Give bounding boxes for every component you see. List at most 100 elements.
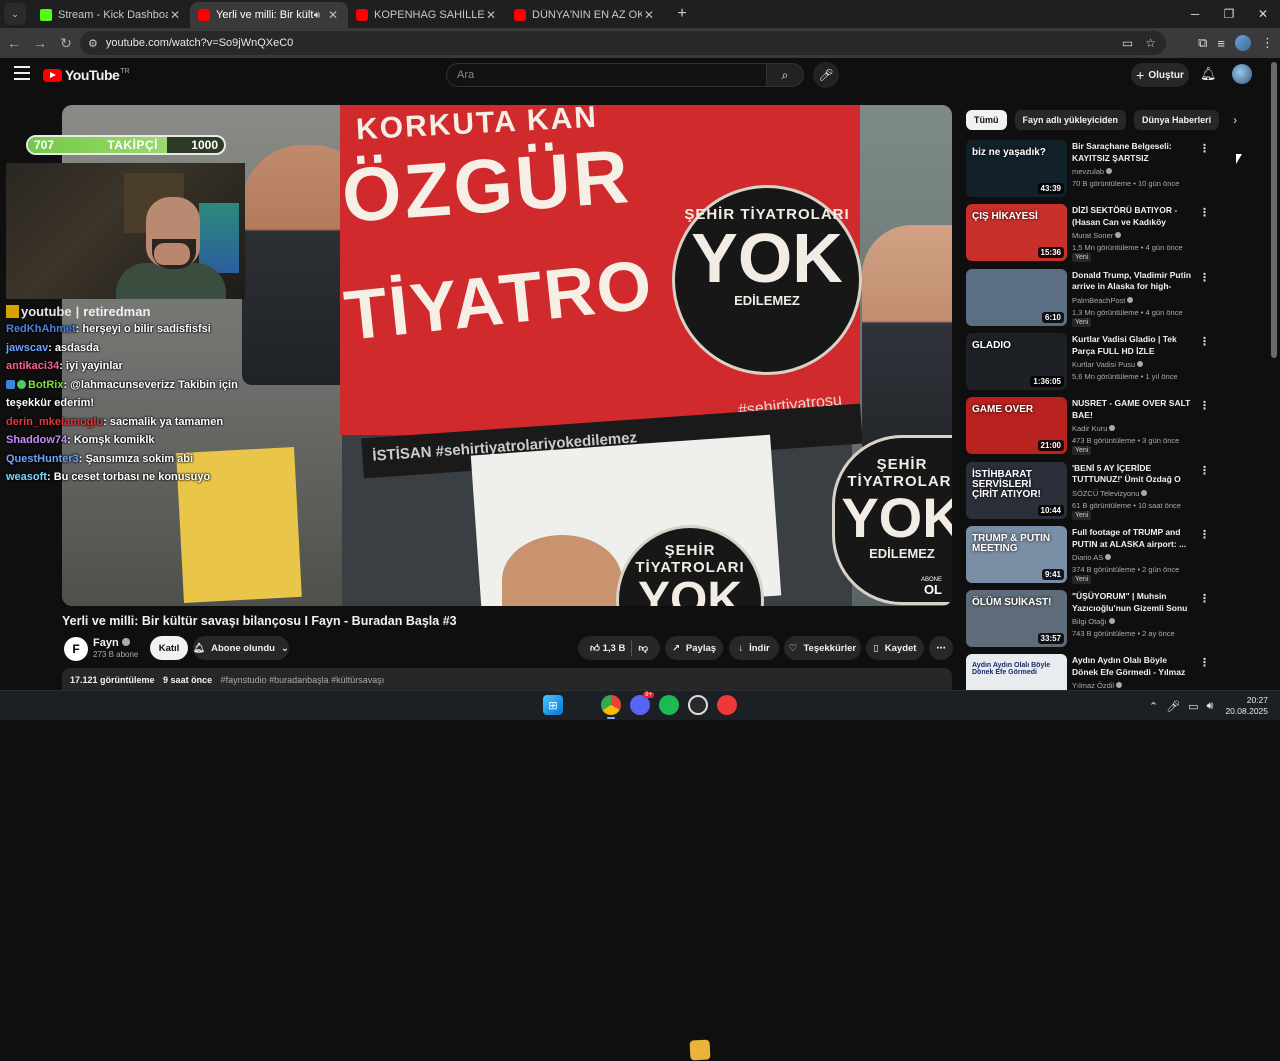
more-options-icon[interactable]: ⋮ <box>1199 656 1210 669</box>
recommended-title[interactable]: Donald Trump, Vladimir Putin arrive in A… <box>1072 270 1194 294</box>
search-icon[interactable]: ⌕ <box>766 63 804 87</box>
search-input[interactable]: Ara <box>446 63 766 87</box>
menu-icon[interactable] <box>14 66 30 80</box>
share-button[interactable]: ↗ Paylaş <box>665 636 723 660</box>
tab-close-icon[interactable]: ✕ <box>168 8 182 22</box>
discord-icon[interactable]: 9+ <box>630 692 654 715</box>
recommended-title[interactable]: DİZİ SEKTÖRÜ BATIYOR - (Hasan Can ve Kad… <box>1072 205 1194 229</box>
recommended-video[interactable]: ÇIŞ HİKAYESİ 15:36 DİZİ SEKTÖRÜ BATIYOR - … <box>966 204 1211 263</box>
address-bar[interactable]: ⚙ youtube.com/watch?v=So9jWnQXeC0 ▭ ☆ <box>80 31 1166 55</box>
reading-list-icon[interactable]: ≡ <box>1217 36 1225 51</box>
clock[interactable]: 20:27 20.08.2025 <box>1225 695 1268 717</box>
recommended-title[interactable]: Aydın Aydın Olalı Böyle Dönek Efe Görmed… <box>1072 655 1194 679</box>
tab-audio-icon[interactable]: 🔊︎ <box>314 10 320 21</box>
more-options-icon[interactable]: ⋮ <box>1199 528 1210 541</box>
recommended-title[interactable]: Full footage of TRUMP and PUTIN at ALASK… <box>1072 527 1194 551</box>
recommended-video[interactable]: 6:10 Donald Trump, Vladimir Putin arrive … <box>966 268 1211 327</box>
more-options-icon[interactable]: ⋮ <box>1199 335 1210 348</box>
video-thumbnail[interactable]: GLADIO 1:36:05 <box>966 332 1067 390</box>
browser-menu-icon[interactable]: ⋮ <box>1261 35 1274 51</box>
more-options-icon[interactable]: ⋮ <box>1199 399 1210 412</box>
channel-name[interactable]: Fayn <box>93 637 130 649</box>
network-icon[interactable]: ▭ <box>1188 700 1198 713</box>
tab-close-icon[interactable]: ✕ <box>326 8 340 22</box>
recommended-title[interactable]: Kurtlar Vadisi Gladio | Tek Parça FULL H… <box>1072 334 1194 358</box>
microphone-icon[interactable]: 🎤︎ <box>813 62 839 88</box>
recommended-title[interactable]: NUSRET - GAME OVER SALT BAE! <box>1072 398 1194 422</box>
recommended-channel[interactable]: SÖZCÜ Televizyonu <box>1072 489 1148 498</box>
video-description[interactable]: 17.121 görüntüleme 9 saat önce #faynstud… <box>62 668 952 690</box>
bookmark-star-icon[interactable]: ☆ <box>1145 36 1156 50</box>
notifications-bell-icon[interactable]: 🔔︎ <box>1200 66 1217 82</box>
restore-icon[interactable]: ❐ <box>1212 0 1246 28</box>
browser-tab[interactable]: DÜNYA'NIN EN AZ OKSİJENE SAHİP✕ <box>506 2 664 28</box>
page-scrollbar[interactable] <box>1271 62 1277 358</box>
profile-avatar[interactable] <box>1235 35 1251 51</box>
video-thumbnail[interactable]: İSTİHBARAT SERVİSLERİ ÇİRİT ATIYOR! 10:44 <box>966 461 1067 519</box>
browser-tab[interactable]: Yerli ve milli: Bir kültür savaşı🔊︎ ✕ <box>190 2 348 28</box>
minimize-icon[interactable]: ─ <box>1178 0 1212 28</box>
obs-icon[interactable] <box>688 695 708 715</box>
filter-chip[interactable]: Fayn adlı yükleyiciden <box>1014 110 1127 130</box>
chrome-icon[interactable] <box>601 695 621 719</box>
recommended-title[interactable]: "ÜŞÜYORUM" | Muhsin Yazıcıoğlu'nun Gizem… <box>1072 591 1194 615</box>
like-button[interactable]: 👍︎ 1,3 B <box>590 642 625 654</box>
extensions-icon[interactable]: ⧉ <box>1198 35 1207 51</box>
video-thumbnail[interactable]: ÇIŞ HİKAYESİ 15:36 <box>966 204 1067 262</box>
video-thumbnail[interactable]: 6:10 <box>966 268 1067 326</box>
join-button[interactable]: Katıl <box>150 636 188 660</box>
video-thumbnail[interactable]: TRUMP & PUTIN MEETING 9:41 <box>966 525 1067 583</box>
new-tab-button[interactable]: + <box>670 2 694 26</box>
recommended-video[interactable]: GAME OVER 21:00 NUSRET - GAME OVER SALT BA… <box>966 397 1211 456</box>
tab-close-icon[interactable]: ✕ <box>642 8 656 22</box>
more-options-icon[interactable]: ⋮ <box>1199 142 1210 155</box>
more-options-icon[interactable]: ⋮ <box>1199 206 1210 219</box>
filter-chip[interactable]: Dünya Haberleri <box>1134 110 1220 130</box>
reload-icon[interactable]: ↻ <box>54 31 78 55</box>
site-info-icon[interactable]: ⚙ <box>88 37 98 50</box>
spotify-icon[interactable] <box>659 695 679 715</box>
channel-avatar[interactable]: F <box>64 637 88 661</box>
forward-icon[interactable]: → <box>28 31 52 55</box>
close-window-icon[interactable]: ✕ <box>1246 0 1280 28</box>
recommended-channel[interactable]: mevzulab <box>1072 167 1113 176</box>
tab-close-icon[interactable]: ✕ <box>484 8 498 22</box>
video-thumbnail[interactable]: biz ne yaşadık? 43:39 <box>966 140 1067 197</box>
tab-search-button[interactable]: ⌄ <box>4 3 26 25</box>
vivaldi-icon[interactable] <box>717 695 737 715</box>
tray-overflow-icon[interactable]: ⌃ <box>1149 700 1158 713</box>
thanks-button[interactable]: ♡ Teşekkürler <box>784 636 861 660</box>
download-button[interactable]: ↓ İndir <box>729 636 779 660</box>
more-options-icon[interactable]: ⋮ <box>1199 592 1210 605</box>
dislike-icon[interactable]: 👎︎ <box>638 642 648 654</box>
recommended-title[interactable]: 'BENİ 5 AY İÇERİDE TUTTUNUZ!' Ümit Özdağ… <box>1072 463 1194 487</box>
more-options-icon[interactable]: ⋮ <box>1199 464 1210 477</box>
recommended-channel[interactable]: Kadir Kuru <box>1072 424 1116 433</box>
file-explorer-icon[interactable] <box>689 1039 711 1061</box>
recommended-channel[interactable]: PalmBeachPost <box>1072 296 1134 305</box>
browser-tab[interactable]: KOPENHAG SAHİLLERİNDE SONBAHAR✕ <box>348 2 506 28</box>
recommended-video[interactable]: biz ne yaşadık? 43:39 Bir Saraçhane Belges… <box>966 140 1211 198</box>
recommended-channel[interactable]: Bilgi Otağı <box>1072 617 1115 626</box>
chips-next-icon[interactable]: › <box>1233 113 1237 127</box>
subscribed-button[interactable]: 🔔︎ Abone olundu ⌄ <box>193 636 289 660</box>
cast-icon[interactable]: ▭ <box>1122 36 1133 50</box>
back-icon[interactable]: ← <box>2 31 26 55</box>
recommended-channel[interactable]: Diario AS <box>1072 553 1112 562</box>
save-button[interactable]: ▯ Kaydet <box>866 636 924 660</box>
volume-icon[interactable]: 🔊︎ <box>1207 700 1214 713</box>
video-hashtags[interactable]: #faynstudio #buradanbaşla #kültürsavaşı <box>221 675 385 685</box>
recommended-channel[interactable]: Kurtlar Vadisi Pusu <box>1072 360 1144 369</box>
recommended-video[interactable]: TRUMP & PUTIN MEETING 9:41 Full footage of… <box>966 525 1211 584</box>
video-thumbnail[interactable]: GAME OVER 21:00 <box>966 397 1067 455</box>
youtube-logo[interactable]: YouTube TR <box>43 67 130 83</box>
recommended-video[interactable]: GLADIO 1:36:05 Kurtlar Vadisi Gladio | Tek… <box>966 332 1211 391</box>
recommended-video[interactable]: İSTİHBARAT SERVİSLERİ ÇİRİT ATIYOR! 10:44… <box>966 461 1211 520</box>
mic-tray-icon[interactable]: 🎤︎ <box>1166 700 1180 713</box>
account-avatar[interactable] <box>1232 64 1252 84</box>
more-actions-icon[interactable]: ⋯ <box>929 636 953 660</box>
recommended-video[interactable]: ÖLÜM SUİKAST! 33:57 "ÜŞÜYORUM" | Muhsin Ya… <box>966 590 1211 648</box>
create-button[interactable]: + Oluştur <box>1131 63 1189 87</box>
video-thumbnail[interactable]: ÖLÜM SUİKAST! 33:57 <box>966 590 1067 648</box>
recommended-title[interactable]: Bir Saraçhane Belgeseli: KAYITSIZ ŞARTSI… <box>1072 141 1194 165</box>
